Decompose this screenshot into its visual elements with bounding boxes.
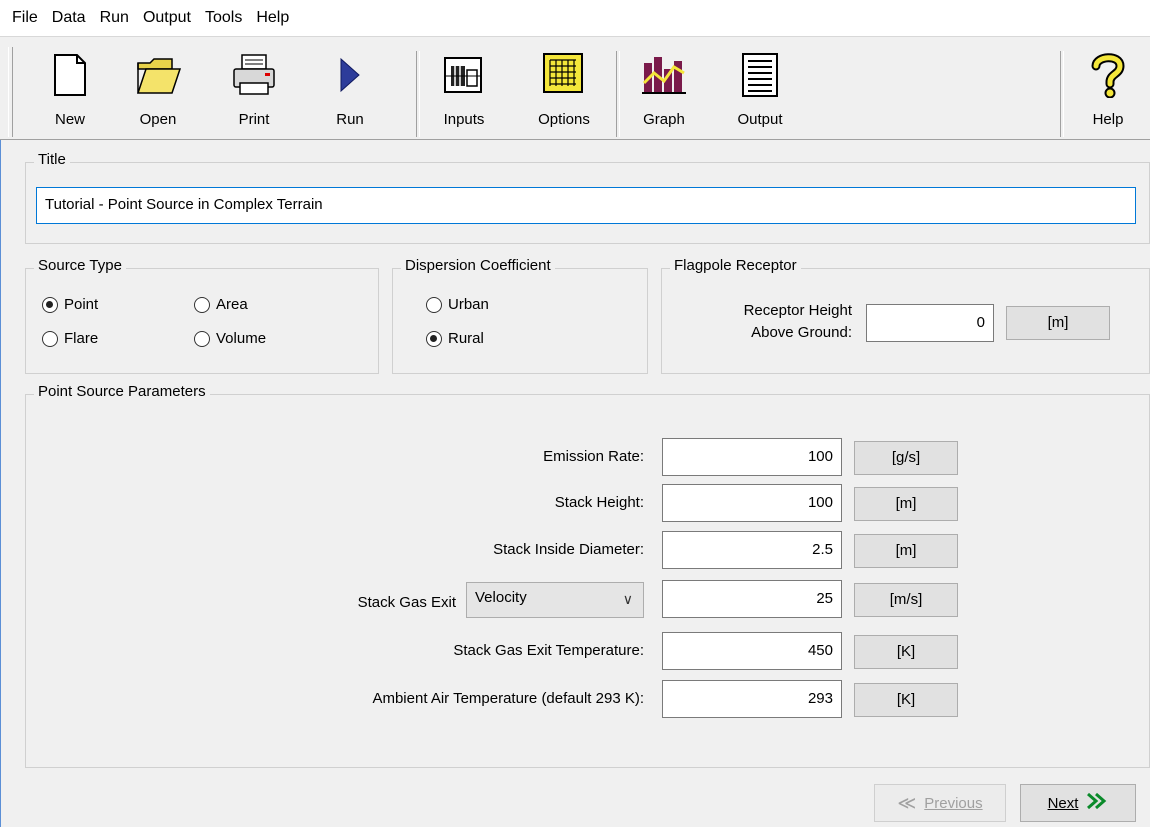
radio-area-label: Area xyxy=(216,296,248,313)
options-label: Options xyxy=(538,111,590,128)
new-document-icon xyxy=(46,49,94,101)
graph-label: Graph xyxy=(643,111,685,128)
radio-urban[interactable]: Urban xyxy=(426,296,489,313)
print-button[interactable]: Print xyxy=(222,45,286,137)
dispersion-group: Dispersion Coefficient xyxy=(392,257,648,374)
output-label: Output xyxy=(737,111,783,128)
toolbar-separator xyxy=(416,51,420,137)
stack-diameter-label: Stack Inside Diameter: xyxy=(493,541,644,558)
menu-output[interactable]: Output xyxy=(137,9,197,27)
toolbar-separator xyxy=(616,51,620,137)
stack-gas-exit-velocity-input[interactable]: 25 xyxy=(662,580,842,618)
stack-height-label: Stack Height: xyxy=(554,494,644,511)
play-icon xyxy=(326,49,374,101)
radio-point-label: Point xyxy=(64,296,99,313)
new-button[interactable]: New xyxy=(38,45,102,137)
source-type-label: Source Type xyxy=(34,257,126,274)
menu-tools[interactable]: Tools xyxy=(199,9,248,27)
point-source-parameters-label: Point Source Parameters xyxy=(34,383,210,400)
radio-flare-indicator xyxy=(42,330,58,347)
open-button[interactable]: Open xyxy=(126,45,190,137)
stack-gas-exit-temperature-label: Stack Gas Exit Temperature: xyxy=(453,642,644,659)
emission-rate-unit-button[interactable]: [g/s] xyxy=(854,441,958,475)
stack-diameter-unit-button[interactable]: [m] xyxy=(854,534,958,568)
stack-gas-exit-unit-button[interactable]: [m/s] xyxy=(854,583,958,617)
inputs-label: Inputs xyxy=(443,111,485,128)
ambient-air-temperature-label: Ambient Air Temperature (default 293 K): xyxy=(372,690,644,707)
receptor-height-unit-button[interactable]: [m] xyxy=(1006,306,1110,340)
stack-height-unit-button[interactable]: [m] xyxy=(854,487,958,521)
radio-area[interactable]: Area xyxy=(194,296,248,313)
question-mark-icon xyxy=(1084,49,1132,101)
radio-volume-label: Volume xyxy=(216,330,267,347)
run-label: Run xyxy=(336,111,364,128)
menu-data[interactable]: Data xyxy=(46,9,92,27)
next-button[interactable]: Next xyxy=(1020,784,1136,822)
output-button[interactable]: Output xyxy=(728,45,792,137)
double-chevron-left-icon: ≪ xyxy=(897,792,917,813)
radio-rural[interactable]: Rural xyxy=(426,330,484,347)
help-label: Help xyxy=(1092,111,1124,128)
run-button[interactable]: Run xyxy=(318,45,382,137)
previous-button[interactable]: ≪ Previous xyxy=(874,784,1006,822)
stack-gas-exit-label: Stack Gas Exit xyxy=(357,594,456,611)
radio-rural-label: Rural xyxy=(448,330,484,347)
ambient-air-temperature-unit-button[interactable]: [K] xyxy=(854,683,958,717)
output-document-icon xyxy=(736,49,784,101)
graph-button[interactable]: Graph xyxy=(632,45,696,137)
radio-volume-indicator xyxy=(194,330,210,347)
stack-gas-exit-temperature-input[interactable]: 450 xyxy=(662,632,842,670)
double-chevron-right-icon xyxy=(1086,792,1108,814)
printer-icon xyxy=(230,49,278,101)
receptor-height-label-2: Above Ground: xyxy=(751,324,852,341)
menu-file[interactable]: File xyxy=(6,9,44,27)
radio-rural-indicator xyxy=(426,330,442,347)
radio-point[interactable]: Point xyxy=(42,296,98,313)
title-group-label: Title xyxy=(34,151,70,168)
previous-label: Previous xyxy=(924,794,983,812)
emission-rate-input[interactable]: 100 xyxy=(662,438,842,476)
radio-flare[interactable]: Flare xyxy=(42,330,98,347)
toolbar-separator xyxy=(1060,51,1064,137)
toolbar: New Open Print Run Inputs Options Graph … xyxy=(0,36,1150,140)
ambient-air-temperature-input[interactable]: 293 xyxy=(662,680,842,718)
radio-volume[interactable]: Volume xyxy=(194,330,266,347)
radio-urban-label: Urban xyxy=(448,296,489,313)
flagpole-label: Flagpole Receptor xyxy=(670,257,801,274)
bar-chart-icon xyxy=(640,49,688,101)
stack-diameter-input[interactable]: 2.5 xyxy=(662,531,842,569)
emission-rate-label: Emission Rate: xyxy=(543,448,644,465)
help-button[interactable]: Help xyxy=(1076,45,1140,137)
dispersion-label: Dispersion Coefficient xyxy=(401,257,555,274)
menu-bar: File Data Run Output Tools Help xyxy=(0,0,1150,36)
stack-gas-exit-select[interactable]: Velocity ∨ xyxy=(466,582,644,618)
toolbar-grip xyxy=(8,47,13,137)
radio-flare-label: Flare xyxy=(64,330,99,347)
chevron-down-icon: ∨ xyxy=(622,591,633,607)
options-button[interactable]: Options xyxy=(532,45,596,137)
title-input[interactable]: Tutorial - Point Source in Complex Terra… xyxy=(36,187,1136,224)
stack-height-input[interactable]: 100 xyxy=(662,484,842,522)
menu-run[interactable]: Run xyxy=(94,9,135,27)
options-grid-icon xyxy=(540,49,588,101)
radio-urban-indicator xyxy=(426,296,442,313)
radio-point-indicator xyxy=(42,296,58,313)
stack-gas-exit-select-value: Velocity xyxy=(475,589,527,606)
print-label: Print xyxy=(238,111,270,128)
next-label: Next xyxy=(1047,794,1079,812)
receptor-height-label-1: Receptor Height xyxy=(743,302,852,319)
menu-help[interactable]: Help xyxy=(250,9,295,27)
receptor-height-input[interactable]: 0 xyxy=(866,304,994,342)
inputs-button[interactable]: Inputs xyxy=(432,45,496,137)
radio-area-indicator xyxy=(194,296,210,313)
source-type-group: Source Type xyxy=(25,257,379,374)
folder-open-icon xyxy=(134,49,182,101)
inputs-icon xyxy=(440,49,488,101)
stack-gas-exit-temperature-unit-button[interactable]: [K] xyxy=(854,635,958,669)
new-label: New xyxy=(54,111,85,128)
open-label: Open xyxy=(139,111,177,128)
